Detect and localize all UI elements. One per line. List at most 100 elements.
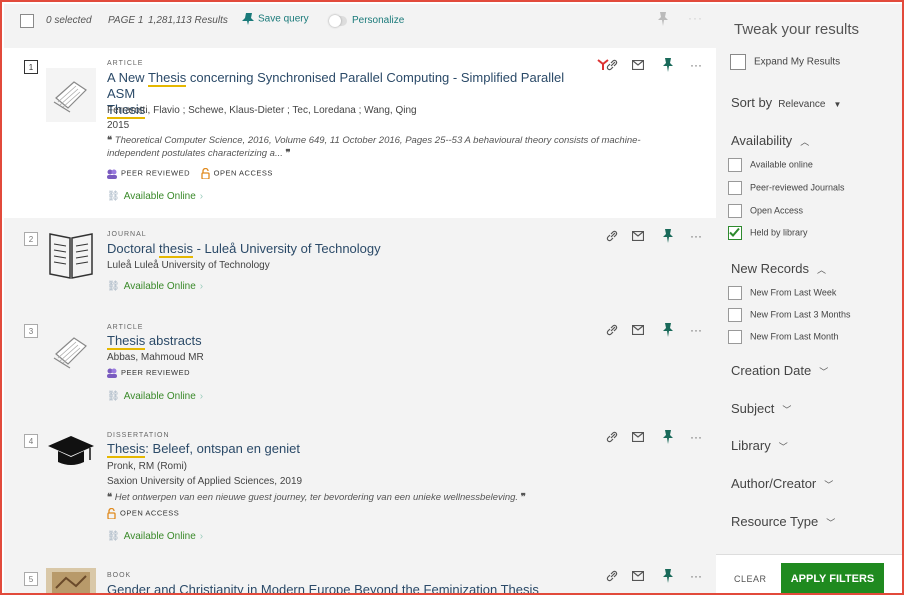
record-type: BOOK bbox=[107, 572, 132, 579]
permalink-icon[interactable] bbox=[604, 322, 620, 338]
filter-option[interactable]: New From Last Week bbox=[728, 286, 836, 300]
select-all-checkbox[interactable] bbox=[20, 14, 34, 28]
link-icon: ⛓ bbox=[107, 531, 120, 542]
record-title[interactable]: Gender and Christianity in Modern Europe… bbox=[107, 582, 607, 593]
record-publisher: Luleå Luleå University of Technology bbox=[107, 260, 270, 271]
more-icon[interactable]: ··· bbox=[688, 57, 704, 73]
permalink-icon[interactable] bbox=[604, 57, 620, 73]
checkbox[interactable] bbox=[728, 308, 742, 322]
title-text: A New bbox=[107, 70, 148, 85]
pin-icon[interactable] bbox=[660, 57, 676, 73]
expand-results-label: Expand My Results bbox=[754, 56, 841, 68]
chevron-down-icon: ﹀ bbox=[826, 518, 836, 528]
filter-actions: CLEAR APPLY FILTERS bbox=[716, 554, 902, 593]
more-icon[interactable]: ··· bbox=[688, 228, 704, 244]
checkbox[interactable] bbox=[728, 286, 742, 300]
availability-label: Available Online bbox=[123, 281, 196, 292]
record-number[interactable]: 3 bbox=[24, 324, 38, 338]
record-authors: Abbas, Mahmoud MR bbox=[107, 352, 204, 363]
filter-option[interactable]: Peer-reviewed Journals bbox=[728, 181, 845, 195]
title-highlight: Thesis bbox=[500, 582, 539, 593]
list-item[interactable]: 3 ARTICLE Thesis abstracts Abbas, Mahmou… bbox=[4, 318, 716, 414]
expand-results-option[interactable]: Expand My Results bbox=[730, 54, 840, 70]
record-snippet: ❝ Theoretical Computer Science, 2016, Vo… bbox=[107, 135, 641, 159]
filter-group-creation-date[interactable]: Creation Date ﹀ bbox=[731, 363, 828, 378]
more-icon[interactable]: ··· bbox=[688, 322, 704, 338]
list-item[interactable]: 5 BOOK Gender and Christianity in Modern… bbox=[4, 564, 716, 593]
list-item[interactable]: 4 DISSERTATION Thesis: Beleef, ontspan e… bbox=[4, 424, 716, 554]
more-icon[interactable]: ··· bbox=[688, 429, 704, 445]
pin-icon[interactable] bbox=[660, 228, 676, 244]
expand-results-checkbox[interactable] bbox=[730, 54, 746, 70]
app-frame: 0 selected PAGE 1 1,281,113 Results Save… bbox=[0, 0, 904, 595]
filter-option-label: Peer-reviewed Journals bbox=[750, 182, 845, 193]
permalink-icon[interactable] bbox=[604, 228, 620, 244]
pin-icon[interactable] bbox=[660, 429, 676, 445]
title-highlight: Thesis bbox=[147, 70, 187, 87]
permalink-icon[interactable] bbox=[604, 429, 620, 445]
more-icon[interactable]: ··· bbox=[688, 568, 704, 584]
record-actions: ··· bbox=[604, 429, 714, 445]
filter-option[interactable]: Available online bbox=[728, 158, 813, 172]
filter-group-label: Author/Creator bbox=[731, 476, 817, 491]
pin-icon[interactable] bbox=[658, 12, 668, 29]
record-number[interactable]: 5 bbox=[24, 572, 38, 586]
availability-link[interactable]: ⛓ Available Online › bbox=[107, 191, 203, 202]
filter-sidebar: Tweak your results Expand My Results Sor… bbox=[716, 4, 902, 593]
list-item[interactable]: 2 JOURNAL Doctoral thesis - Luleå Univer… bbox=[4, 224, 716, 314]
personalize-toggle[interactable] bbox=[329, 15, 347, 27]
book-cover-icon bbox=[46, 568, 96, 593]
filter-group-resource-type[interactable]: Resource Type ﹀ bbox=[731, 514, 835, 529]
page-indicator: PAGE 1 bbox=[108, 15, 144, 26]
chevron-up-icon: ︿ bbox=[800, 137, 810, 147]
clear-button[interactable]: CLEAR bbox=[734, 574, 767, 584]
availability-link[interactable]: ⛓ Available Online › bbox=[107, 531, 203, 542]
chevron-up-icon: ︿ bbox=[817, 265, 827, 275]
list-item[interactable]: 1 ARTICLE A New Thesis concerning Synchr… bbox=[4, 48, 716, 218]
filter-group-label: Library bbox=[731, 438, 771, 453]
article-icon bbox=[46, 68, 96, 122]
email-icon[interactable] bbox=[630, 429, 646, 445]
chevron-down-icon: ﹀ bbox=[824, 480, 834, 490]
pin-icon[interactable] bbox=[660, 568, 676, 584]
checkbox[interactable] bbox=[728, 158, 742, 172]
checkbox[interactable] bbox=[728, 204, 742, 218]
checkbox[interactable] bbox=[728, 330, 742, 344]
checkbox[interactable] bbox=[728, 181, 742, 195]
save-query-button[interactable]: Save query bbox=[242, 13, 309, 25]
record-year: 2015 bbox=[107, 120, 130, 131]
apply-filters-button[interactable]: APPLY FILTERS bbox=[781, 563, 884, 593]
chevron-right-icon: › bbox=[199, 391, 204, 402]
filter-option[interactable]: New From Last Month bbox=[728, 330, 839, 344]
filter-option[interactable]: New From Last 3 Months bbox=[728, 308, 851, 322]
email-icon[interactable] bbox=[630, 57, 646, 73]
availability-link[interactable]: ⛓ Available Online › bbox=[107, 391, 203, 402]
email-icon[interactable] bbox=[630, 228, 646, 244]
record-title[interactable]: Thesis: Beleef, ontspan en geniet bbox=[107, 441, 587, 458]
availability-link[interactable]: ⛓ Available Online › bbox=[107, 281, 203, 292]
filter-group-library[interactable]: Library ﹀ bbox=[731, 438, 788, 453]
email-icon[interactable] bbox=[630, 322, 646, 338]
record-number[interactable]: 1 bbox=[24, 60, 38, 74]
filter-group-availability[interactable]: Availability ︿ bbox=[731, 133, 809, 148]
record-title[interactable]: Thesis abstracts bbox=[107, 333, 587, 350]
filter-group-new-records[interactable]: New Records ︿ bbox=[731, 261, 826, 276]
filter-group-label: New Records bbox=[731, 261, 810, 276]
permalink-icon[interactable] bbox=[604, 568, 620, 584]
sort-by-select[interactable]: Sort by Relevance ▼ bbox=[731, 95, 841, 110]
email-icon[interactable] bbox=[630, 568, 646, 584]
record-number[interactable]: 2 bbox=[24, 232, 38, 246]
filter-option-label: Held by library bbox=[750, 227, 808, 238]
more-icon[interactable]: ··· bbox=[688, 11, 703, 25]
chevron-down-icon: ﹀ bbox=[778, 442, 788, 452]
record-title[interactable]: Doctoral thesis - Luleå University of Te… bbox=[107, 241, 587, 258]
record-type: DISSERTATION bbox=[107, 432, 170, 439]
filter-option[interactable]: Open Access bbox=[728, 204, 803, 218]
filter-group-subject[interactable]: Subject ﹀ bbox=[731, 401, 791, 416]
record-number[interactable]: 4 bbox=[24, 434, 38, 448]
checked-checkbox[interactable] bbox=[728, 226, 742, 240]
pin-icon[interactable] bbox=[660, 322, 676, 338]
filter-group-author-creator[interactable]: Author/Creator ﹀ bbox=[731, 476, 833, 491]
filter-option-label: New From Last 3 Months bbox=[750, 309, 851, 320]
filter-option[interactable]: Held by library bbox=[728, 226, 808, 240]
